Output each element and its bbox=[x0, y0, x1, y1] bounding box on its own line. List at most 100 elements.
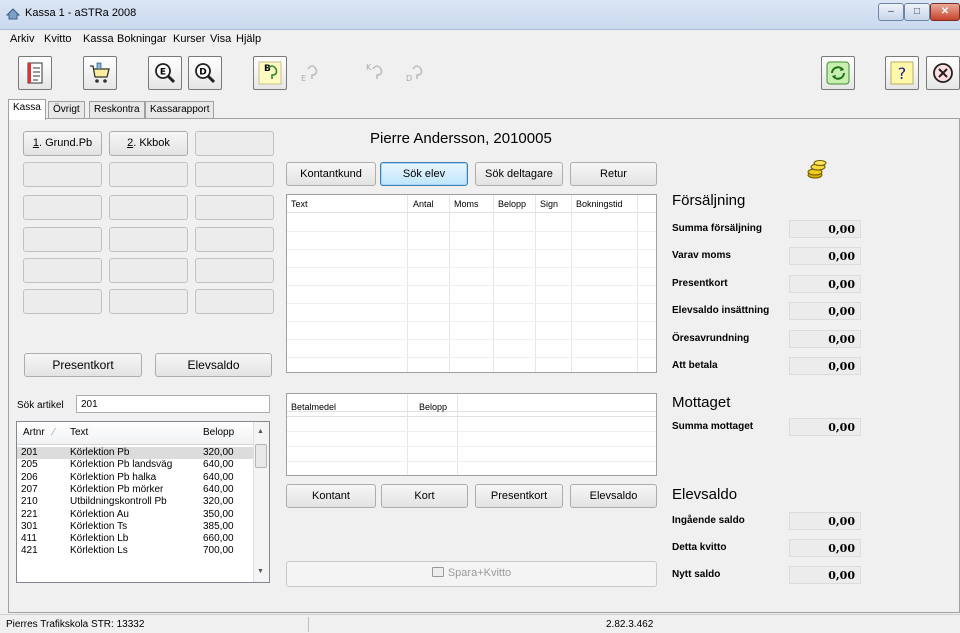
list-item[interactable]: 301 Körlektion Ts 385,00 bbox=[17, 521, 254, 533]
tab-ovrigt[interactable]: Övrigt bbox=[48, 101, 85, 119]
search-e-button[interactable]: E bbox=[148, 56, 182, 90]
forsaljning-label: Elevsaldo insättning bbox=[672, 305, 770, 317]
quick-slot-10[interactable] bbox=[23, 227, 102, 252]
article-belopp: 660,00 bbox=[203, 533, 234, 545]
quick-slot-15[interactable] bbox=[195, 258, 274, 283]
list-item[interactable]: 205 Körlektion Pb landsväg 640,00 bbox=[17, 459, 254, 471]
sales-col-antal[interactable]: Antal bbox=[413, 199, 434, 209]
article-text: Körlektion Pb mörker bbox=[70, 483, 164, 495]
payment-col-divider bbox=[457, 394, 458, 475]
grund-pb-button[interactable]: 1. Grund.Pb bbox=[23, 131, 102, 156]
help-question-mark: ? bbox=[898, 64, 907, 83]
sales-col-sign[interactable]: Sign bbox=[540, 199, 558, 209]
quick-slot-11[interactable] bbox=[109, 227, 188, 252]
list-item[interactable]: 201 Körlektion Pb 320,00 bbox=[17, 447, 254, 459]
app-icon bbox=[6, 8, 20, 20]
window-title: Kassa 1 - aSTRa 2008 bbox=[25, 7, 137, 19]
quick-slot-5[interactable] bbox=[109, 162, 188, 187]
shopping-cart-button[interactable] bbox=[83, 56, 117, 90]
quick-slot-9[interactable] bbox=[195, 195, 274, 220]
sales-col-bokningstid[interactable]: Bokningstid bbox=[576, 199, 623, 209]
column-belopp[interactable]: Belopp bbox=[203, 427, 234, 438]
search-input[interactable] bbox=[76, 395, 270, 413]
elevsaldo-left-button[interactable]: Elevsaldo bbox=[155, 353, 272, 377]
refresh-icon bbox=[826, 61, 850, 85]
magnifier-d-letter: D bbox=[199, 68, 206, 78]
list-item[interactable]: 421 Körlektion Ls 700,00 bbox=[17, 545, 254, 557]
article-list[interactable]: Artnr ⁄ Text Belopp 201 Körlektion Pb 320,… bbox=[16, 421, 270, 583]
mottaget-title: Mottaget bbox=[672, 394, 731, 411]
exit-button[interactable] bbox=[926, 56, 960, 90]
sales-col-moms[interactable]: Moms bbox=[454, 199, 479, 209]
help-button[interactable]: ? bbox=[885, 56, 919, 90]
article-artnr: 206 bbox=[21, 471, 38, 483]
receipt-list-button[interactable] bbox=[18, 56, 52, 90]
sales-col-divider bbox=[449, 195, 450, 372]
list-item[interactable]: 206 Körlektion Pb halka 640,00 bbox=[17, 472, 254, 484]
menu-hjalp[interactable]: Hjälp bbox=[236, 33, 261, 45]
menu-kassa[interactable]: Kassa bbox=[83, 33, 114, 45]
article-artnr: 421 bbox=[21, 545, 38, 557]
payment-table[interactable]: Betalmedel Belopp bbox=[286, 393, 657, 476]
booking-e-button[interactable]: E bbox=[293, 56, 327, 90]
minimize-button[interactable]: – bbox=[878, 3, 904, 21]
quick-slot-3[interactable] bbox=[195, 131, 274, 156]
sales-table[interactable]: Text Antal Moms Belopp Sign Bokningstid bbox=[286, 194, 657, 373]
list-item[interactable]: 207 Körlektion Pb mörker 640,00 bbox=[17, 484, 254, 496]
menu-bokningar[interactable]: Bokningar bbox=[117, 33, 167, 45]
article-belopp: 385,00 bbox=[203, 520, 234, 532]
search-d-button[interactable]: D bbox=[188, 56, 222, 90]
quick-slot-8[interactable] bbox=[109, 195, 188, 220]
quick-slot-7[interactable] bbox=[23, 195, 102, 220]
scroll-up-icon[interactable]: ▲ bbox=[257, 428, 264, 435]
scroll-thumb[interactable] bbox=[255, 444, 267, 468]
kkbok-button[interactable]: 2. Kkbok bbox=[109, 131, 188, 156]
quick-slot-16[interactable] bbox=[23, 289, 102, 314]
sok-elev-button[interactable]: Sök elev bbox=[380, 162, 468, 186]
retur-button[interactable]: Retur bbox=[570, 162, 657, 186]
payment-col-belopp[interactable]: Belopp bbox=[419, 402, 447, 412]
kort-button[interactable]: Kort bbox=[381, 484, 468, 508]
sales-row-line bbox=[287, 339, 656, 340]
menu-kurser[interactable]: Kurser bbox=[173, 33, 205, 45]
tab-kassa[interactable]: Kassa bbox=[8, 99, 46, 120]
list-item[interactable]: 221 Körlektion Au 350,00 bbox=[17, 509, 254, 521]
quick-slot-18[interactable] bbox=[195, 289, 274, 314]
maximize-button[interactable]: □ bbox=[904, 3, 930, 21]
scroll-down-icon[interactable]: ▼ bbox=[257, 568, 264, 575]
tab-kassarapport[interactable]: Kassarapport bbox=[145, 101, 215, 119]
quick-slot-12[interactable] bbox=[195, 227, 274, 252]
quick-slot-17[interactable] bbox=[109, 289, 188, 314]
article-list-scrollbar[interactable]: ▲ ▼ bbox=[253, 422, 269, 582]
sok-deltagare-button[interactable]: Sök deltagare bbox=[475, 162, 563, 186]
elevsaldo-pay-button[interactable]: Elevsaldo bbox=[570, 484, 657, 508]
presentkort-pay-button[interactable]: Presentkort bbox=[475, 484, 563, 508]
close-button[interactable]: ✕ bbox=[930, 3, 960, 21]
sales-col-divider bbox=[407, 195, 408, 372]
menu-arkiv[interactable]: Arkiv bbox=[10, 33, 34, 45]
booking-b-button[interactable]: B bbox=[253, 56, 287, 90]
quick-slot-6[interactable] bbox=[195, 162, 274, 187]
kontantkund-button[interactable]: Kontantkund bbox=[286, 162, 376, 186]
refresh-button[interactable] bbox=[821, 56, 855, 90]
menu-kvitto[interactable]: Kvitto bbox=[44, 33, 72, 45]
quick-slot-4[interactable] bbox=[23, 162, 102, 187]
menu-visa[interactable]: Visa bbox=[210, 33, 231, 45]
sales-col-belopp[interactable]: Belopp bbox=[498, 199, 526, 209]
booking-d-button[interactable]: D bbox=[398, 56, 432, 90]
payment-col-betalmedel[interactable]: Betalmedel bbox=[291, 402, 336, 412]
quick-slot-13[interactable] bbox=[23, 258, 102, 283]
sales-row-line bbox=[287, 285, 656, 286]
tab-reskontra[interactable]: Reskontra bbox=[89, 101, 145, 119]
list-item[interactable]: 411 Körlektion Lb 660,00 bbox=[17, 533, 254, 545]
column-artnr[interactable]: Artnr bbox=[23, 427, 45, 438]
save-receipt-button[interactable]: Spara+Kvitto bbox=[286, 561, 657, 587]
sales-col-text[interactable]: Text bbox=[291, 199, 308, 209]
column-text[interactable]: Text bbox=[70, 427, 88, 438]
booking-k-button[interactable]: K bbox=[358, 56, 392, 90]
kontant-button[interactable]: Kontant bbox=[286, 484, 376, 508]
list-item[interactable]: 210 Utbildningskontroll Pb 320,00 bbox=[17, 496, 254, 508]
presentkort-left-button[interactable]: Presentkort bbox=[24, 353, 142, 377]
quick-slot-14[interactable] bbox=[109, 258, 188, 283]
article-artnr: 411 bbox=[21, 533, 37, 545]
